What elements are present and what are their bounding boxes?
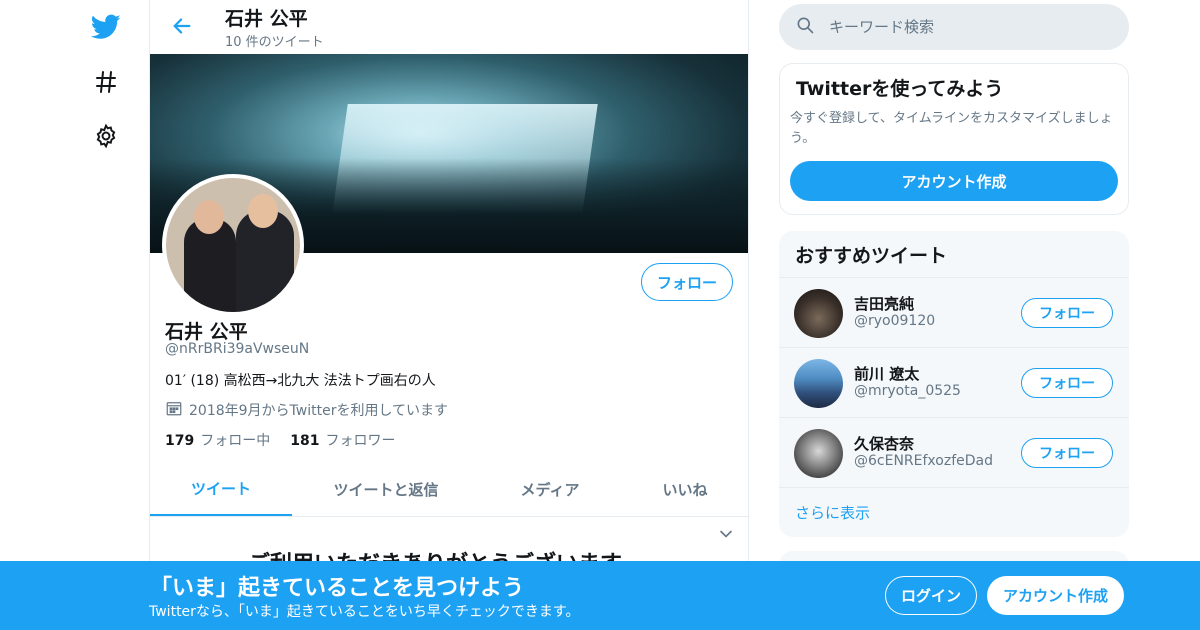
- profile-name: 石井 公平: [165, 321, 248, 343]
- user-avatar[interactable]: [794, 429, 843, 478]
- tab-tweets[interactable]: ツイート: [150, 463, 292, 516]
- user-name: 吉田亮純: [854, 295, 915, 313]
- profile-handle[interactable]: @nRrBRi39aVwseuN: [165, 341, 309, 357]
- bottom-signup-bar: 「いま」起きていることを見つけよう Twitterなら、「いま」起きていることを…: [0, 561, 1200, 630]
- back-arrow-icon[interactable]: [168, 12, 196, 40]
- signup-card-title: Twitterを使ってみよう: [796, 78, 1004, 100]
- search-box[interactable]: [779, 4, 1129, 50]
- recommended-user[interactable]: 吉田亮純 @ryo09120 フォロー: [779, 277, 1129, 347]
- avatar-head-left: [194, 200, 224, 234]
- following-link[interactable]: 179 フォロー中: [165, 430, 270, 450]
- following-label: フォロー中: [200, 433, 271, 449]
- gear-icon[interactable]: [88, 118, 124, 154]
- profile-tabs: ツイート ツイートと返信 メディア いいね: [150, 463, 748, 517]
- followers-label: フォロワー: [325, 433, 396, 449]
- create-account-button[interactable]: アカウント作成: [790, 161, 1118, 201]
- signup-card-description: 今すぐ登録して、タイムラインをカスタマイズしましょう。: [790, 111, 1113, 146]
- profile-avatar[interactable]: [162, 174, 304, 316]
- recommended-tweets-card: おすすめツイート 吉田亮純 @ryo09120 フォロー 前川 遼太 @mryo…: [779, 231, 1129, 537]
- user-handle: @mryota_0525: [854, 383, 961, 399]
- following-count: 179: [165, 433, 195, 449]
- bottom-bar-subtitle: Twitterなら、「いま」起きていることをいち早くチェックできます。: [149, 604, 580, 620]
- user-handle: @6cENREfxozfeDad: [854, 453, 993, 469]
- calendar-icon: [165, 399, 183, 421]
- twitter-bird-icon[interactable]: [88, 9, 124, 45]
- profile-joined: 2018年9月からTwitterを利用しています: [165, 399, 448, 421]
- user-handle: @ryo09120: [854, 313, 936, 329]
- tab-tweets-and-replies[interactable]: ツイートと返信: [292, 463, 480, 516]
- followers-count: 181: [290, 433, 320, 449]
- search-input[interactable]: [829, 18, 1109, 36]
- user-avatar[interactable]: [794, 359, 843, 408]
- page: 石井 公平 10 件のツイート フォロー 石井 公平 @nRrBRi39aVws…: [0, 0, 1200, 630]
- profile-stats: 179 フォロー中 181 フォロワー: [165, 430, 395, 450]
- signup-button[interactable]: アカウント作成: [987, 576, 1124, 615]
- followers-link[interactable]: 181 フォロワー: [290, 430, 395, 450]
- profile-bio: 01′ (18) 高松西→北九大 法法トプ画右の人: [165, 373, 436, 389]
- follow-user-button[interactable]: フォロー: [1021, 368, 1113, 398]
- signup-card: Twitterを使ってみよう 今すぐ登録して、タイムラインをカスタマイズしましょ…: [779, 63, 1129, 215]
- login-button[interactable]: ログイン: [885, 576, 977, 615]
- profile-column: 石井 公平 10 件のツイート フォロー 石井 公平 @nRrBRi39aVws…: [149, 0, 749, 630]
- profile-header: 石井 公平 10 件のツイート: [150, 0, 748, 54]
- header-tweet-count: 10 件のツイート: [225, 35, 324, 50]
- profile-joined-text: 2018年9月からTwitterを利用しています: [189, 403, 449, 419]
- header-name: 石井 公平: [225, 8, 308, 30]
- follow-button[interactable]: フォロー: [641, 263, 733, 301]
- avatar-head-right: [248, 194, 278, 228]
- search-icon: [795, 15, 815, 39]
- follow-user-button[interactable]: フォロー: [1021, 438, 1113, 468]
- tab-likes[interactable]: いいね: [620, 463, 748, 516]
- user-avatar[interactable]: [794, 289, 843, 338]
- follow-user-button[interactable]: フォロー: [1021, 298, 1113, 328]
- hashtag-icon[interactable]: [88, 64, 124, 100]
- left-nav: [80, 0, 130, 630]
- recommended-user[interactable]: 久保杏奈 @6cENREfxozfeDad フォロー: [779, 417, 1129, 487]
- user-name: 久保杏奈: [854, 435, 915, 453]
- recommended-user[interactable]: 前川 遼太 @mryota_0525 フォロー: [779, 347, 1129, 417]
- recommended-title: おすすめツイート: [795, 245, 948, 267]
- bottom-bar-title: 「いま」起きていることを見つけよう: [150, 576, 525, 601]
- chevron-down-icon[interactable]: [716, 524, 736, 544]
- tab-media[interactable]: メディア: [480, 463, 620, 516]
- user-name: 前川 遼太: [854, 365, 920, 383]
- show-more-link[interactable]: さらに表示: [779, 487, 1129, 537]
